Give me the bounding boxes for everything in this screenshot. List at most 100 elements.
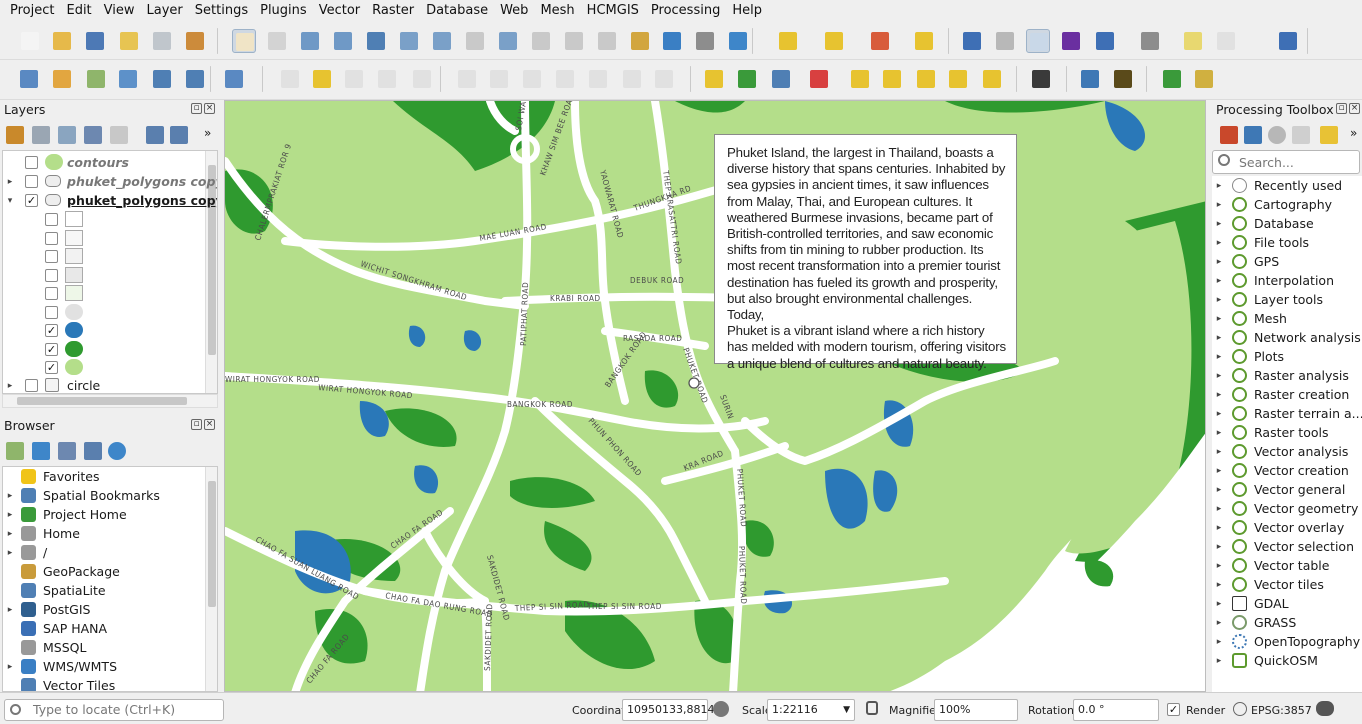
more-icon[interactable]: »	[1350, 126, 1357, 140]
menu-database[interactable]: Database	[420, 0, 494, 22]
attribute-table-button[interactable]	[993, 29, 1017, 53]
toolbox-search-input[interactable]: Search...	[1212, 150, 1360, 174]
new-bookmark-button[interactable]	[562, 29, 586, 53]
layer-visibility-checkbox[interactable]	[25, 156, 38, 169]
collapse-all-icon[interactable]	[84, 442, 102, 460]
diagram-button[interactable]	[735, 67, 759, 91]
menu-help[interactable]: Help	[726, 0, 768, 22]
pan-button[interactable]	[232, 29, 256, 53]
toolbox-group[interactable]: ▸ Vector table	[1212, 556, 1362, 575]
map-canvas[interactable]: SOI WACHIRA KHAW SIM BEE ROAD YAOWARAT ROA…	[224, 100, 1206, 692]
more-icon[interactable]: »	[204, 126, 211, 140]
menu-raster[interactable]: Raster	[366, 0, 420, 22]
save-project-button[interactable]	[83, 29, 107, 53]
zoom-next-button[interactable]	[529, 29, 553, 53]
toolbox-group[interactable]: ▸ Vector selection	[1212, 537, 1362, 556]
chevron-right-icon[interactable]: ▸	[1214, 580, 1224, 590]
chevron-right-icon[interactable]: ▸	[5, 529, 15, 539]
expand-all-icon[interactable]	[146, 126, 164, 144]
label-toolbar-button[interactable]	[702, 67, 726, 91]
chevron-right-icon[interactable]: ▸	[1214, 599, 1224, 609]
toolbox-group[interactable]: ▸ Vector tiles	[1212, 575, 1362, 594]
browser-item[interactable]: Vector Tiles	[3, 676, 217, 691]
toolbox-group[interactable]: ▸ Vector general	[1212, 480, 1362, 499]
magnifier-field[interactable]: 100%	[934, 699, 1018, 721]
symbol-category-row[interactable]: ✓	[3, 321, 217, 340]
undo-button[interactable]	[620, 67, 644, 91]
menu-view[interactable]: View	[98, 0, 141, 22]
symbol-category-row[interactable]	[3, 229, 217, 248]
python-icon[interactable]	[1244, 126, 1262, 144]
symbol-category-row[interactable]	[3, 210, 217, 229]
menu-plugins[interactable]: Plugins	[254, 0, 313, 22]
add-group-icon[interactable]	[32, 126, 50, 144]
new-project-button[interactable]	[18, 29, 42, 53]
locator-input[interactable]: Type to locate (Ctrl+K)	[4, 699, 224, 721]
toolbox-group[interactable]: ▸ GPS	[1212, 252, 1362, 271]
add-selected-icon[interactable]	[6, 442, 24, 460]
chevron-right-icon[interactable]: ▸	[1214, 428, 1224, 438]
temporal-controller-button[interactable]	[693, 29, 717, 53]
pan-to-selection-button[interactable]	[265, 29, 289, 53]
browser-item[interactable]: ▸ WMS/WMTS	[3, 657, 217, 676]
category-checkbox[interactable]: ✓	[45, 342, 58, 356]
history-icon[interactable]	[1268, 126, 1286, 144]
rotation-field[interactable]: 0.0 °	[1073, 699, 1159, 721]
menu-project[interactable]: Project	[4, 0, 60, 22]
menu-layer[interactable]: Layer	[141, 0, 189, 22]
chevron-right-icon[interactable]: ▸	[1214, 238, 1224, 248]
identify-button[interactable]	[960, 29, 984, 53]
style-manager-button[interactable]	[183, 29, 207, 53]
chevron-right-icon[interactable]: ▸	[1214, 371, 1224, 381]
chevron-right-icon[interactable]: ▸	[1214, 352, 1224, 362]
chevron-right-icon[interactable]: ▸	[5, 605, 15, 615]
lock-icon[interactable]	[866, 701, 878, 715]
chevron-right-icon[interactable]: ▸	[5, 548, 15, 558]
chevron-right-icon[interactable]: ▸	[5, 662, 15, 672]
deselect-button[interactable]	[868, 29, 892, 53]
zoom-full-button[interactable]	[364, 29, 388, 53]
toggle-extents-icon[interactable]	[713, 701, 729, 717]
new-print-layout-button[interactable]	[117, 29, 141, 53]
info-icon[interactable]	[108, 442, 126, 460]
toolbox-group[interactable]: ▸ Recently used	[1212, 176, 1362, 195]
move-label-button[interactable]	[914, 67, 938, 91]
add-feature-button[interactable]	[375, 67, 399, 91]
pin-labels-button[interactable]	[848, 67, 872, 91]
rotate-label-button[interactable]	[946, 67, 970, 91]
options-icon[interactable]	[1320, 126, 1338, 144]
new-shapefile-button[interactable]	[84, 67, 108, 91]
chevron-right-icon[interactable]: ▸	[5, 177, 15, 187]
chevron-down-icon[interactable]: ▾	[5, 196, 15, 206]
processing-toolbox-button[interactable]	[1026, 29, 1050, 53]
browser-item[interactable]: GeoPackage	[3, 562, 217, 581]
settings-button[interactable]	[1214, 29, 1238, 53]
layer-item[interactable]: ▾ ✓ phuket_polygons copy	[3, 191, 217, 210]
chevron-right-icon[interactable]: ▸	[1214, 504, 1224, 514]
show-bookmarks-button[interactable]	[595, 29, 619, 53]
menu-settings[interactable]: Settings	[189, 0, 254, 22]
select-location-button[interactable]	[912, 29, 936, 53]
chevron-right-icon[interactable]: ▸	[5, 491, 15, 501]
layer-item[interactable]: ▸ circle	[3, 376, 217, 393]
vector-tile-button[interactable]	[222, 67, 246, 91]
category-checkbox[interactable]	[45, 268, 58, 282]
new-mesh-button[interactable]	[183, 67, 207, 91]
menu-processing[interactable]: Processing	[645, 0, 726, 22]
browser-item[interactable]: ▸ PostGIS	[3, 600, 217, 619]
zoom-to-selection-button[interactable]	[397, 29, 421, 53]
zoom-to-layer-button[interactable]	[430, 29, 454, 53]
current-edits-button[interactable]	[278, 67, 302, 91]
toolbox-group[interactable]: ▸ Raster creation	[1212, 385, 1362, 404]
chevron-right-icon[interactable]: ▸	[1214, 637, 1224, 647]
toolbox-group[interactable]: ▸ Interpolation	[1212, 271, 1362, 290]
open-table-button[interactable]	[1093, 29, 1117, 53]
delete-selected-button[interactable]	[487, 67, 511, 91]
eye-icon[interactable]	[58, 126, 76, 144]
close-icon[interactable]: ×	[1349, 103, 1360, 114]
paste-features-button[interactable]	[586, 67, 610, 91]
category-checkbox[interactable]	[45, 213, 58, 226]
python-console-button[interactable]	[1078, 67, 1102, 91]
chevron-right-icon[interactable]: ▸	[1214, 257, 1224, 267]
save-edits-button[interactable]	[342, 67, 366, 91]
